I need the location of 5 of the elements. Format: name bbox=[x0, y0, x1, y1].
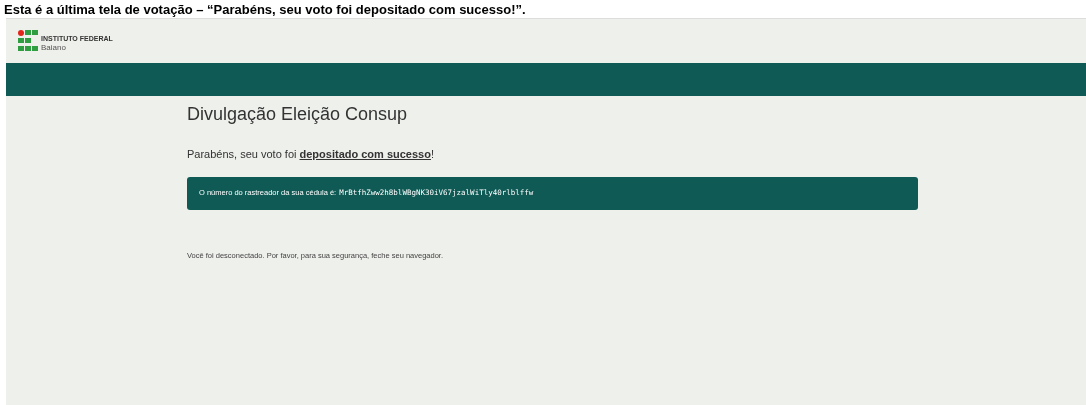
logo-icon bbox=[18, 30, 38, 52]
logo-subtitle: Baiano bbox=[41, 42, 67, 52]
success-message: Parabéns, seu voto foi depositado com sucesso! bbox=[187, 147, 435, 162]
caption-text: Esta é a última tela de votação – “Parabéns, seu voto foi depositado com sucesso!”. bbox=[4, 2, 526, 16]
page-title: Divulgação Eleição Consup bbox=[187, 103, 409, 126]
